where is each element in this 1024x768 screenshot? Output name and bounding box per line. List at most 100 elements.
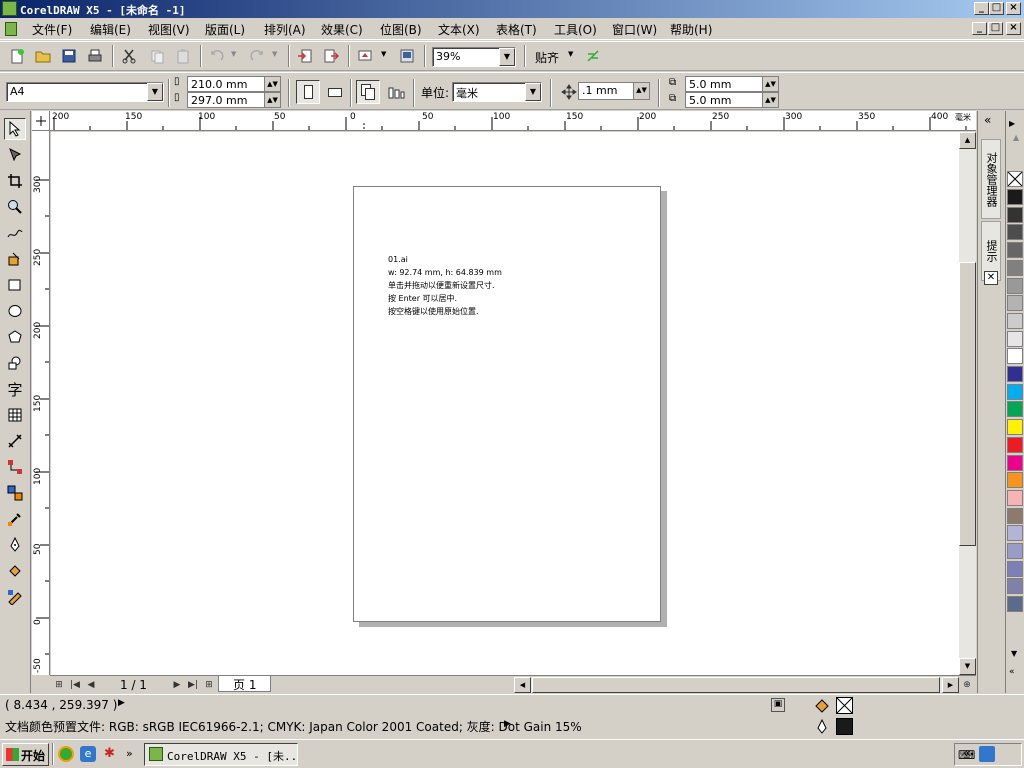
eyedropper-tool[interactable] (4, 508, 26, 530)
connector-tool[interactable] (4, 456, 26, 478)
tray-expand-icon[interactable]: « (963, 746, 971, 761)
document-page[interactable]: 01.ai w: 92.74 mm, h: 64.839 mm 单击并拖动以便重… (353, 186, 661, 622)
palette-scroll-down-icon[interactable]: ▼ (1011, 649, 1017, 658)
snap-dropdown-icon[interactable]: ▼ (568, 50, 573, 58)
copy-icon[interactable] (146, 45, 168, 67)
color-swatch[interactable] (1007, 578, 1023, 595)
horizontal-scrollbar[interactable]: ◀ ▶ (514, 677, 959, 693)
menu-table[interactable]: 表格(T) (496, 21, 537, 38)
doc-close-button[interactable]: × (1006, 22, 1021, 35)
all-pages-button[interactable] (356, 80, 380, 104)
previous-page-icon[interactable]: ◀ (84, 678, 98, 692)
color-swatch[interactable] (1007, 366, 1023, 382)
color-swatch[interactable] (1007, 312, 1023, 329)
drawing-canvas[interactable]: 01.ai w: 92.74 mm, h: 64.839 mm 单击并拖动以便重… (51, 132, 959, 675)
freehand-tool[interactable] (4, 222, 26, 244)
color-profile-info[interactable]: 文档颜色预置文件: RGB: sRGB IEC61966-2.1; CMYK: … (5, 718, 582, 735)
menu-file[interactable]: 文件(F) (32, 21, 72, 38)
color-swatch[interactable] (1007, 489, 1023, 506)
menu-layout[interactable]: 版面(L) (205, 21, 245, 38)
chevron-down-icon[interactable]: ▼ (499, 48, 515, 66)
rectangle-tool[interactable] (4, 274, 26, 296)
options-icon[interactable] (582, 45, 604, 67)
color-swatch[interactable] (1007, 401, 1023, 418)
doc-minimize-button[interactable]: _ (972, 22, 987, 35)
color-swatch[interactable] (1007, 560, 1023, 577)
vertical-scroll-thumb[interactable] (959, 262, 976, 546)
polygon-tool[interactable] (4, 326, 26, 348)
color-swatch[interactable] (1007, 419, 1023, 436)
color-swatch[interactable] (1007, 330, 1023, 347)
next-page-icon[interactable]: ▶ (170, 678, 184, 692)
paper-preset-select[interactable]: A4 ▼ (6, 82, 164, 102)
maximize-button[interactable]: □ (989, 2, 1004, 15)
nudge-distance-field[interactable]: .1 mm ▲▼ (578, 82, 650, 100)
taskbar-coreldraw-item[interactable]: CorelDRAW X5 - [未... (144, 743, 298, 766)
minimize-button[interactable]: _ (974, 2, 989, 15)
scroll-down-icon[interactable]: ▼ (959, 658, 976, 675)
current-page-button[interactable] (384, 80, 408, 104)
fill-color-none-swatch[interactable] (836, 697, 853, 714)
fill-tool[interactable] (4, 560, 26, 582)
color-swatch[interactable] (1007, 295, 1023, 312)
menu-view[interactable]: 视图(V) (148, 21, 190, 38)
color-swatch[interactable] (1007, 277, 1023, 294)
width-spinner-icon[interactable]: ▲▼ (264, 77, 280, 91)
pick-tool[interactable] (4, 118, 26, 140)
start-button[interactable]: 开始 (2, 743, 49, 766)
undo-icon[interactable] (206, 45, 228, 67)
dimension-tool[interactable] (4, 430, 26, 452)
network-tray-icon[interactable] (979, 746, 995, 762)
blend-tool[interactable] (4, 482, 26, 504)
doc-restore-button[interactable]: □ (988, 22, 1003, 35)
color-swatch[interactable] (1007, 596, 1023, 613)
color-swatch[interactable] (1007, 206, 1023, 223)
dup-x-spinner-icon[interactable]: ▲▼ (762, 77, 778, 91)
interactive-fill-tool[interactable] (4, 586, 26, 608)
landscape-button[interactable] (322, 80, 346, 104)
portrait-button[interactable] (296, 80, 320, 104)
nudge-spinner-icon[interactable]: ▲▼ (633, 83, 649, 99)
application-launcher-icon[interactable] (354, 45, 376, 67)
color-swatch[interactable] (1007, 224, 1023, 241)
import-icon[interactable] (294, 45, 316, 67)
duplicate-x-field[interactable]: 5.0 mm ▲▼ (685, 76, 779, 92)
units-select[interactable]: 毫米 ▼ (452, 82, 542, 102)
menu-effects[interactable]: 效果(C) (321, 21, 363, 38)
color-swatch[interactable] (1007, 543, 1023, 559)
save-icon[interactable] (58, 45, 80, 67)
palette-scroll-up-icon[interactable]: ▶ (1009, 119, 1015, 128)
menu-arrange[interactable]: 排列(A) (264, 21, 306, 38)
color-swatch[interactable] (1007, 436, 1023, 453)
chevron-down-icon[interactable]: ▼ (525, 83, 541, 101)
object-manager-tab[interactable]: 对象管理器 (981, 139, 1001, 219)
zoom-navigator-icon[interactable]: ⊕ (960, 678, 974, 692)
vertical-ruler[interactable]: 300 250 200 150 100 50 0 -50 (32, 131, 50, 675)
first-page-icon[interactable]: |◀ (68, 678, 82, 692)
color-swatch[interactable] (1007, 189, 1023, 205)
scroll-right-icon[interactable]: ▶ (942, 677, 959, 693)
page-counter[interactable]: 1 / 1 (120, 678, 147, 692)
outline-pen-tool[interactable] (4, 534, 26, 556)
shape-tool[interactable] (4, 144, 26, 166)
palette-expand-icon[interactable]: « (1009, 667, 1015, 677)
docker-close-icon[interactable]: ✕ (984, 271, 998, 285)
menu-edit[interactable]: 编辑(E) (90, 21, 131, 38)
add-page-after-icon[interactable]: ⊞ (202, 678, 216, 692)
open-folder-icon[interactable] (32, 45, 54, 67)
no-color-swatch[interactable] (1007, 171, 1023, 187)
crop-tool[interactable] (4, 170, 26, 192)
color-swatch[interactable] (1007, 383, 1023, 400)
print-icon[interactable] (84, 45, 106, 67)
text-tool[interactable]: 字 (4, 378, 26, 400)
app-quicklaunch-icon[interactable]: ✱ (104, 746, 120, 762)
new-document-icon[interactable] (6, 45, 28, 67)
redo-icon[interactable] (246, 45, 268, 67)
welcome-screen-icon[interactable] (396, 45, 418, 67)
document-info-icon[interactable]: ▣ (771, 698, 785, 712)
color-swatch[interactable] (1007, 525, 1023, 542)
color-swatch[interactable] (1007, 259, 1023, 276)
page-width-field[interactable]: 210.0 mm ▲▼ (187, 76, 281, 92)
smart-fill-tool[interactable] (4, 248, 26, 270)
add-page-before-icon[interactable]: ⊞ (52, 678, 66, 692)
